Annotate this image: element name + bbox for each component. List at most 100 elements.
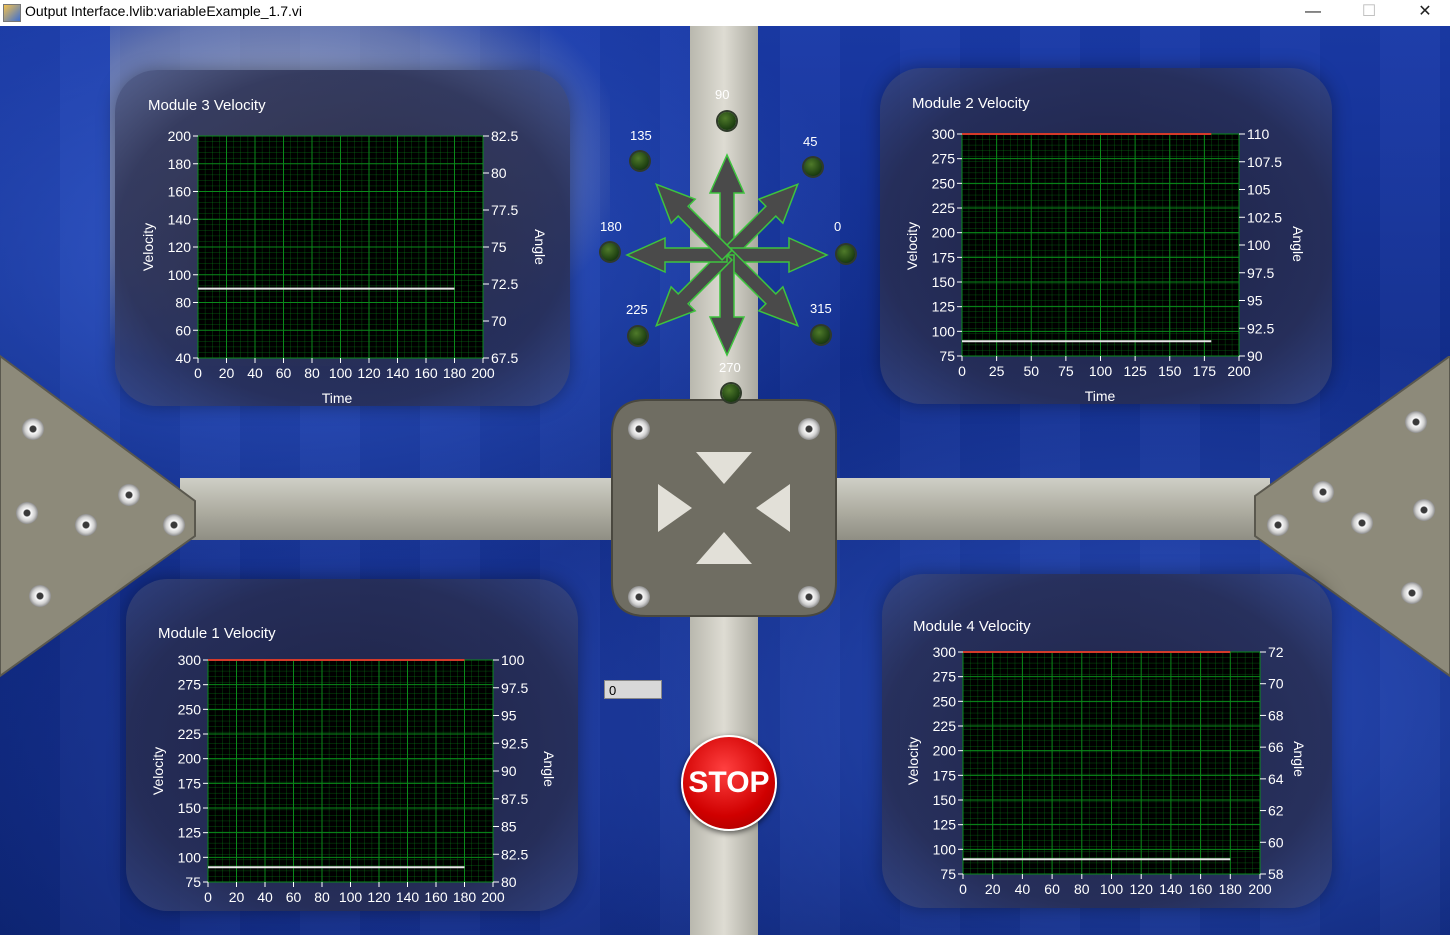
y2-tick-label: 100 [1247,237,1271,253]
module3-chart-svg: Module 3 Velocity0 20 40 60 80 100 120 140 160 18… [140,97,548,406]
bolt [798,418,820,440]
module3-velocity-chart[interactable]: Module 3 Velocity 0 20 40 60 80 100 120 140 160 18… [115,70,570,406]
led-270-indicator [722,384,740,402]
x-tick-label: 50 [1023,363,1039,379]
y-tick-label: 75 [940,866,956,882]
y-axis-label: Velocity [905,737,921,785]
y-tick-label: 125 [933,817,957,833]
bolt [163,514,185,536]
x-tick-label: 60 [286,889,302,905]
y-tick-label: 180 [168,156,192,172]
y-tick-label: 225 [932,200,956,216]
x-tick-label: 120 [367,889,391,905]
module4-velocity-chart[interactable]: Module 4 Velocity 0 20 40 60 80 100 120 140 160 18… [882,574,1332,908]
close-button[interactable]: ✕ [1397,0,1450,26]
y-tick-label: 175 [933,767,957,783]
y-tick-label: 125 [932,299,956,315]
bolt [1401,582,1423,604]
window-titlebar: Output Interface.lvlib:variableExample_1… [0,0,1450,27]
x-tick-label: 150 [1158,363,1182,379]
x-tick-label: 0 [194,365,202,381]
window-title: Output Interface.lvlib:variableExample_1… [25,3,303,19]
module1-velocity-chart[interactable]: Module 1 Velocity 0 20 40 60 80 100 120 140 160 18… [126,579,578,911]
x-tick-label: 200 [1248,881,1272,897]
y2-tick-label: 87.5 [501,791,528,807]
y2-tick-label: 95 [1247,293,1263,309]
y-tick-label: 250 [933,693,957,709]
y2-axis-label: Angle [541,751,557,787]
bolt [29,585,51,607]
y-tick-label: 300 [933,644,957,660]
x-tick-label: 0 [958,363,966,379]
x-tick-label: 160 [1189,881,1213,897]
led-0-indicator [837,245,855,263]
bolt [798,586,820,608]
x-tick-label: 175 [1193,363,1217,379]
y2-tick-label: 102.5 [1247,209,1282,225]
y2-axis-label: Angle [1291,741,1307,777]
y-tick-label: 150 [178,800,202,816]
y-tick-label: 200 [932,225,956,241]
stop-button[interactable]: STOP [681,735,777,831]
x-tick-label: 180 [1219,881,1243,897]
x-tick-label: 0 [959,881,967,897]
led-label-180: 180 [600,219,622,234]
led-label-0: 0 [834,219,842,234]
y-axis-label: Velocity [140,223,156,271]
x-tick-label: 60 [1044,881,1060,897]
y2-tick-label: 62 [1268,803,1284,819]
bolt [1267,514,1289,536]
y2-tick-label: 107.5 [1247,154,1282,170]
y2-tick-label: 72 [1268,644,1284,660]
y-tick-label: 100 [933,841,957,857]
y-tick-label: 75 [939,348,955,364]
x-tick-label: 100 [1089,363,1113,379]
x-tick-label: 25 [989,363,1005,379]
y-tick-label: 80 [175,295,191,311]
chart-title: Module 2 Velocity [912,95,1030,112]
y-tick-label: 250 [178,701,202,717]
module2-velocity-chart[interactable]: Module 2 Velocity 0 25 50 75 100 125 150 175 200 3… [880,68,1332,404]
x-tick-label: 80 [1074,881,1090,897]
y2-tick-label: 80 [491,165,507,181]
module2-chart-svg: Module 2 Velocity 0 25 50 75 100 125 150 175 200 3… [904,95,1306,404]
x-axis-label: Time [1096,906,1127,908]
led-180-indicator [601,243,619,261]
x-tick-label: 100 [1100,881,1124,897]
y-tick-label: 300 [932,126,956,142]
y2-tick-label: 80 [501,874,517,890]
y2-tick-label: 97.5 [1247,265,1274,281]
led-label-45: 45 [803,134,818,149]
x-tick-label: 200 [481,889,505,905]
x-tick-label: 80 [314,889,330,905]
y-tick-label: 160 [168,184,192,200]
led-90-indicator [718,112,736,130]
minimize-button[interactable]: — [1285,0,1341,26]
x-tick-label: 120 [357,365,381,381]
y2-tick-label: 90 [1247,348,1263,364]
y-tick-label: 140 [168,211,192,227]
x-tick-label: 0 [204,889,212,905]
y-tick-label: 275 [932,151,956,167]
y-tick-label: 225 [933,718,957,734]
y-tick-label: 275 [178,677,202,693]
y-tick-label: 150 [932,274,956,290]
y-tick-label: 100 [932,323,956,339]
numeric-indicator: 0 [604,680,662,699]
y-tick-label: 100 [178,849,202,865]
y2-tick-label: 70 [491,313,507,329]
x-tick-label: 100 [339,889,363,905]
x-tick-label: 200 [1227,363,1251,379]
y2-tick-label: 67.5 [491,350,518,366]
y-tick-label: 300 [178,652,202,668]
chart-title: Module 3 Velocity [148,97,266,114]
maximize-button[interactable]: ☐ [1341,0,1397,26]
y2-tick-label: 85 [501,819,517,835]
chart-title: Module 4 Velocity [913,618,1031,635]
module4-chart-svg: Module 4 Velocity 0 20 40 60 80 100 120 140 160 18… [905,618,1307,908]
x-tick-label: 125 [1123,363,1147,379]
y-axis-label: Velocity [904,222,920,270]
bolt [628,586,650,608]
x-tick-label: 140 [386,365,410,381]
y-tick-label: 225 [178,726,202,742]
